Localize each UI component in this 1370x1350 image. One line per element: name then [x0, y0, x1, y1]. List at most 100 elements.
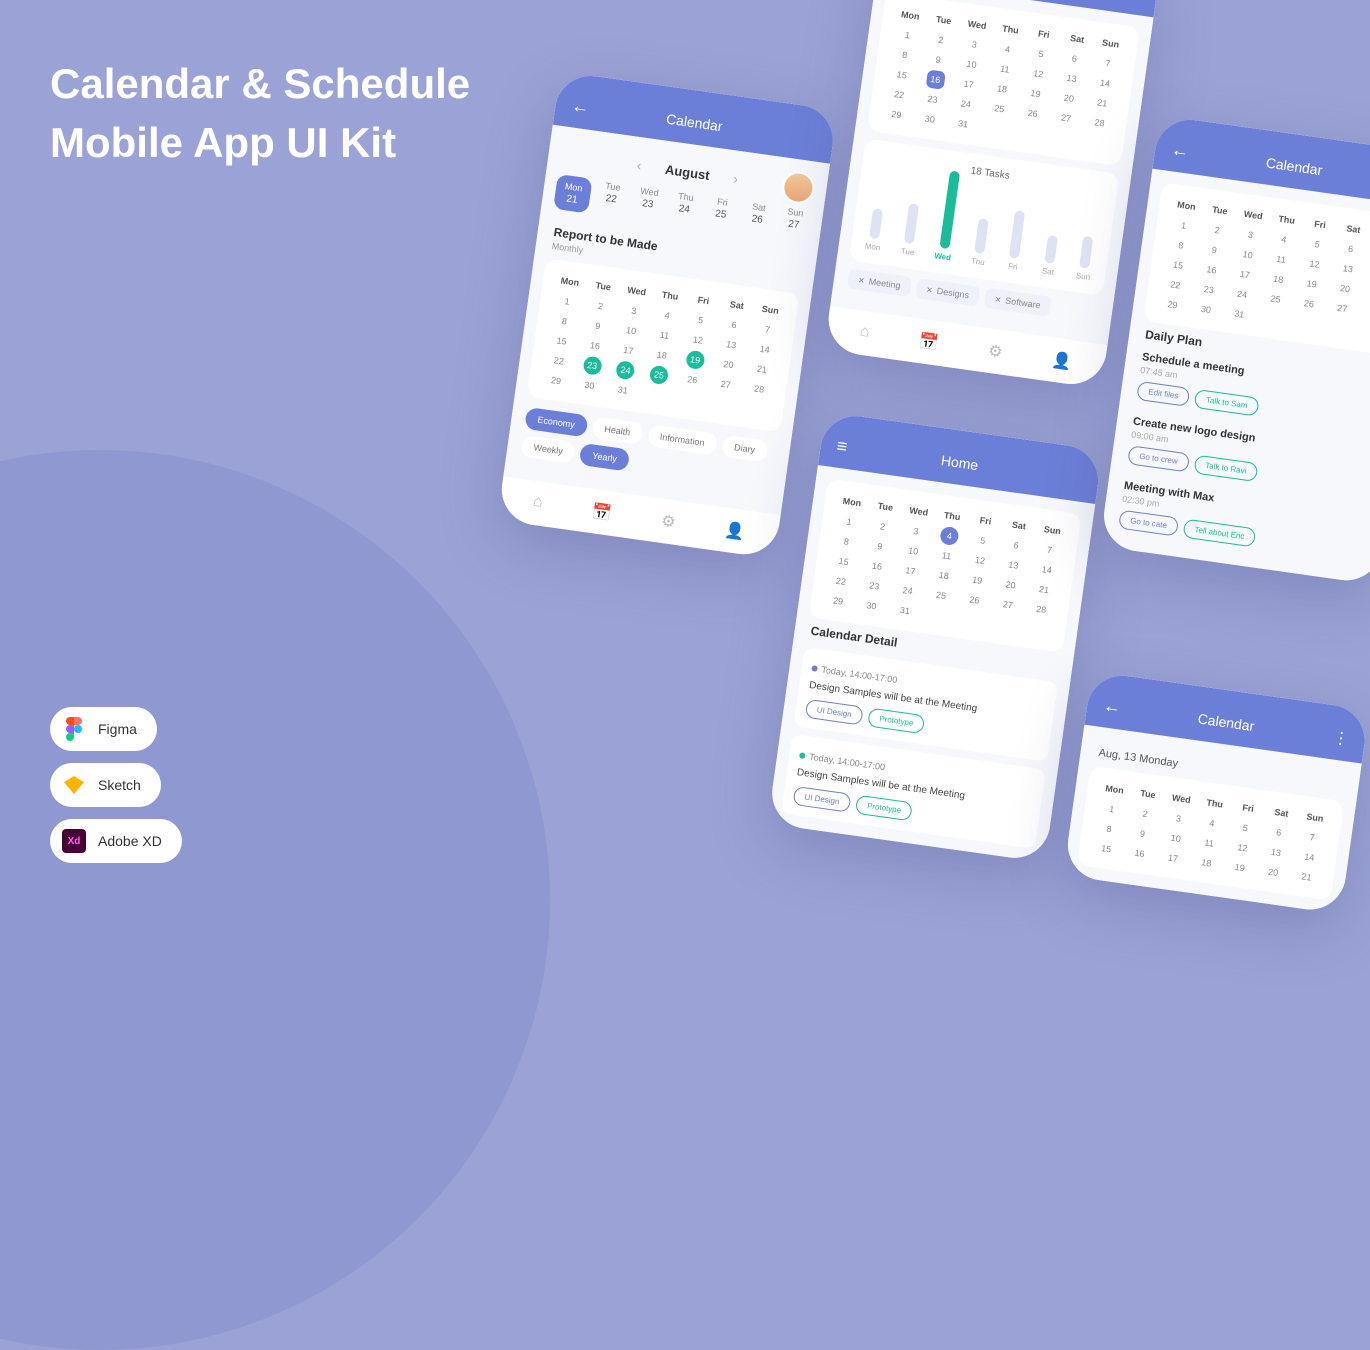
calendar-day[interactable]: [705, 392, 741, 416]
calendar-day[interactable]: 30: [912, 107, 948, 131]
calendar-day[interactable]: 21: [1288, 865, 1324, 889]
day-chip[interactable]: Fri25: [703, 195, 738, 234]
action-pill[interactable]: Talk to Sam: [1194, 389, 1260, 417]
calendar-day[interactable]: [920, 603, 956, 627]
close-icon[interactable]: ✕: [994, 295, 1002, 305]
hero-title-line1: Calendar & Schedule: [50, 55, 470, 114]
phone-calendar-report: ← Calendar ‹ August › Mon21Tue22Wed23Thu…: [497, 71, 837, 559]
calendar-day[interactable]: 31: [887, 598, 923, 622]
filter-tag[interactable]: ✕Meeting: [847, 268, 912, 297]
tag-pill[interactable]: Prototype: [855, 795, 913, 822]
calendar-icon[interactable]: 📅: [591, 501, 614, 524]
category-pill[interactable]: Weekly: [520, 435, 576, 464]
home-icon[interactable]: ⌂: [858, 323, 870, 344]
sketch-label: Sketch: [98, 777, 141, 793]
category-pill[interactable]: Health: [591, 416, 644, 445]
action-pill[interactable]: Edit files: [1136, 381, 1190, 407]
calendar-day[interactable]: 31: [945, 112, 981, 136]
day-chip[interactable]: Sat26: [740, 200, 775, 239]
category-pill[interactable]: Diary: [721, 435, 769, 463]
home-icon[interactable]: ⌂: [532, 493, 544, 514]
status-dot-icon: [799, 752, 806, 759]
calendar-day[interactable]: [1020, 617, 1056, 641]
back-icon[interactable]: ←: [1170, 139, 1191, 162]
detail-time: Today, 14:00-17:00: [809, 752, 886, 773]
action-pill[interactable]: Go to cate: [1118, 510, 1179, 537]
day-chip[interactable]: Mon21: [553, 174, 592, 214]
calendar-day[interactable]: [987, 612, 1023, 636]
calendar-day[interactable]: [954, 608, 990, 632]
calendar-day[interactable]: 18: [1188, 851, 1224, 875]
menu-dots-icon[interactable]: ⋮: [1332, 727, 1351, 749]
profile-icon[interactable]: 👤: [724, 520, 747, 543]
category-pill[interactable]: Yearly: [579, 443, 630, 472]
category-pill[interactable]: Economy: [524, 407, 588, 437]
calendar-day[interactable]: [671, 387, 707, 411]
action-pill[interactable]: Talk to Ravi: [1193, 454, 1258, 482]
calendar-day[interactable]: [738, 397, 774, 421]
calendar-day[interactable]: 17: [1155, 846, 1191, 870]
calendar-day[interactable]: [1255, 307, 1291, 331]
calendar-day[interactable]: 30: [853, 594, 889, 618]
phone-home-detail: ≡ Home MonTueWedThuFriSatSun123456789101…: [768, 412, 1103, 863]
figma-icon: [62, 717, 86, 741]
header-title: Calendar: [1265, 154, 1324, 178]
back-icon[interactable]: ←: [570, 95, 591, 118]
calendar-day[interactable]: 29: [878, 102, 914, 126]
calendar-day[interactable]: 20: [1255, 860, 1291, 884]
figma-label: Figma: [98, 721, 137, 737]
calendar-icon[interactable]: 📅: [918, 331, 941, 354]
tag-pill[interactable]: UI Design: [792, 786, 851, 813]
action-pill[interactable]: Go to crew: [1127, 445, 1190, 472]
close-icon[interactable]: ✕: [926, 285, 934, 295]
task-bar: [974, 218, 989, 254]
day-chip[interactable]: Tue22: [594, 180, 629, 219]
calendar-day[interactable]: 30: [1188, 297, 1224, 321]
calendar-day[interactable]: [978, 116, 1014, 140]
phone-tasks-chart: Calendar ⋮ MonTueWedThuFriSatSun12345678…: [824, 0, 1161, 389]
calendar-day[interactable]: [1079, 130, 1115, 154]
calendar-day[interactable]: 29: [1154, 293, 1190, 317]
day-chip[interactable]: Sun27: [776, 205, 811, 244]
calendar-day[interactable]: [1045, 126, 1081, 150]
calendar-day[interactable]: 29: [538, 368, 574, 392]
profile-icon[interactable]: 👤: [1051, 350, 1074, 373]
task-bar: [869, 208, 883, 239]
hero-title: Calendar & Schedule Mobile App UI Kit: [50, 55, 470, 173]
day-chip[interactable]: Thu24: [667, 190, 702, 229]
tag-pill[interactable]: Prototype: [867, 708, 925, 735]
category-pill[interactable]: Information: [647, 424, 718, 455]
bar-label: Tue: [900, 246, 915, 257]
sketch-badge: Sketch: [50, 763, 161, 807]
month-label: August: [664, 161, 710, 182]
day-chip[interactable]: Wed23: [630, 185, 665, 224]
calendar-day[interactable]: 16: [1122, 841, 1158, 865]
tag-pill[interactable]: UI Design: [805, 699, 864, 726]
menu-dots-icon[interactable]: ⋮: [1124, 0, 1143, 3]
calendar-day[interactable]: 31: [1221, 302, 1257, 326]
calendar-day[interactable]: 19: [1222, 855, 1258, 879]
bar-label: Sat: [1041, 266, 1054, 277]
chevron-right-icon[interactable]: ›: [732, 170, 739, 186]
task-bar: [1044, 235, 1058, 264]
close-icon[interactable]: ✕: [858, 275, 866, 285]
action-pill[interactable]: Tell about Eric: [1182, 519, 1256, 548]
calendar-day[interactable]: [1321, 316, 1357, 340]
calendar-day[interactable]: 15: [1088, 837, 1124, 861]
filter-tag[interactable]: ✕Software: [983, 288, 1051, 317]
sketch-icon: [62, 773, 86, 797]
hamburger-icon[interactable]: ≡: [835, 435, 848, 457]
calendar-day[interactable]: [1012, 121, 1048, 145]
filter-tag[interactable]: ✕Designs: [915, 278, 980, 307]
xd-icon: Xd: [62, 829, 86, 853]
calendar-day[interactable]: 29: [820, 589, 856, 613]
settings-icon[interactable]: ⚙: [987, 341, 1004, 363]
chevron-left-icon[interactable]: ‹: [636, 157, 643, 173]
back-icon[interactable]: ←: [1102, 695, 1123, 718]
figma-badge: Figma: [50, 707, 157, 751]
hero-title-line2: Mobile App UI Kit: [50, 114, 470, 173]
settings-icon[interactable]: ⚙: [660, 511, 677, 533]
calendar-day[interactable]: [1288, 311, 1324, 335]
task-bar: [904, 203, 919, 244]
calendar-day[interactable]: [1355, 321, 1370, 345]
